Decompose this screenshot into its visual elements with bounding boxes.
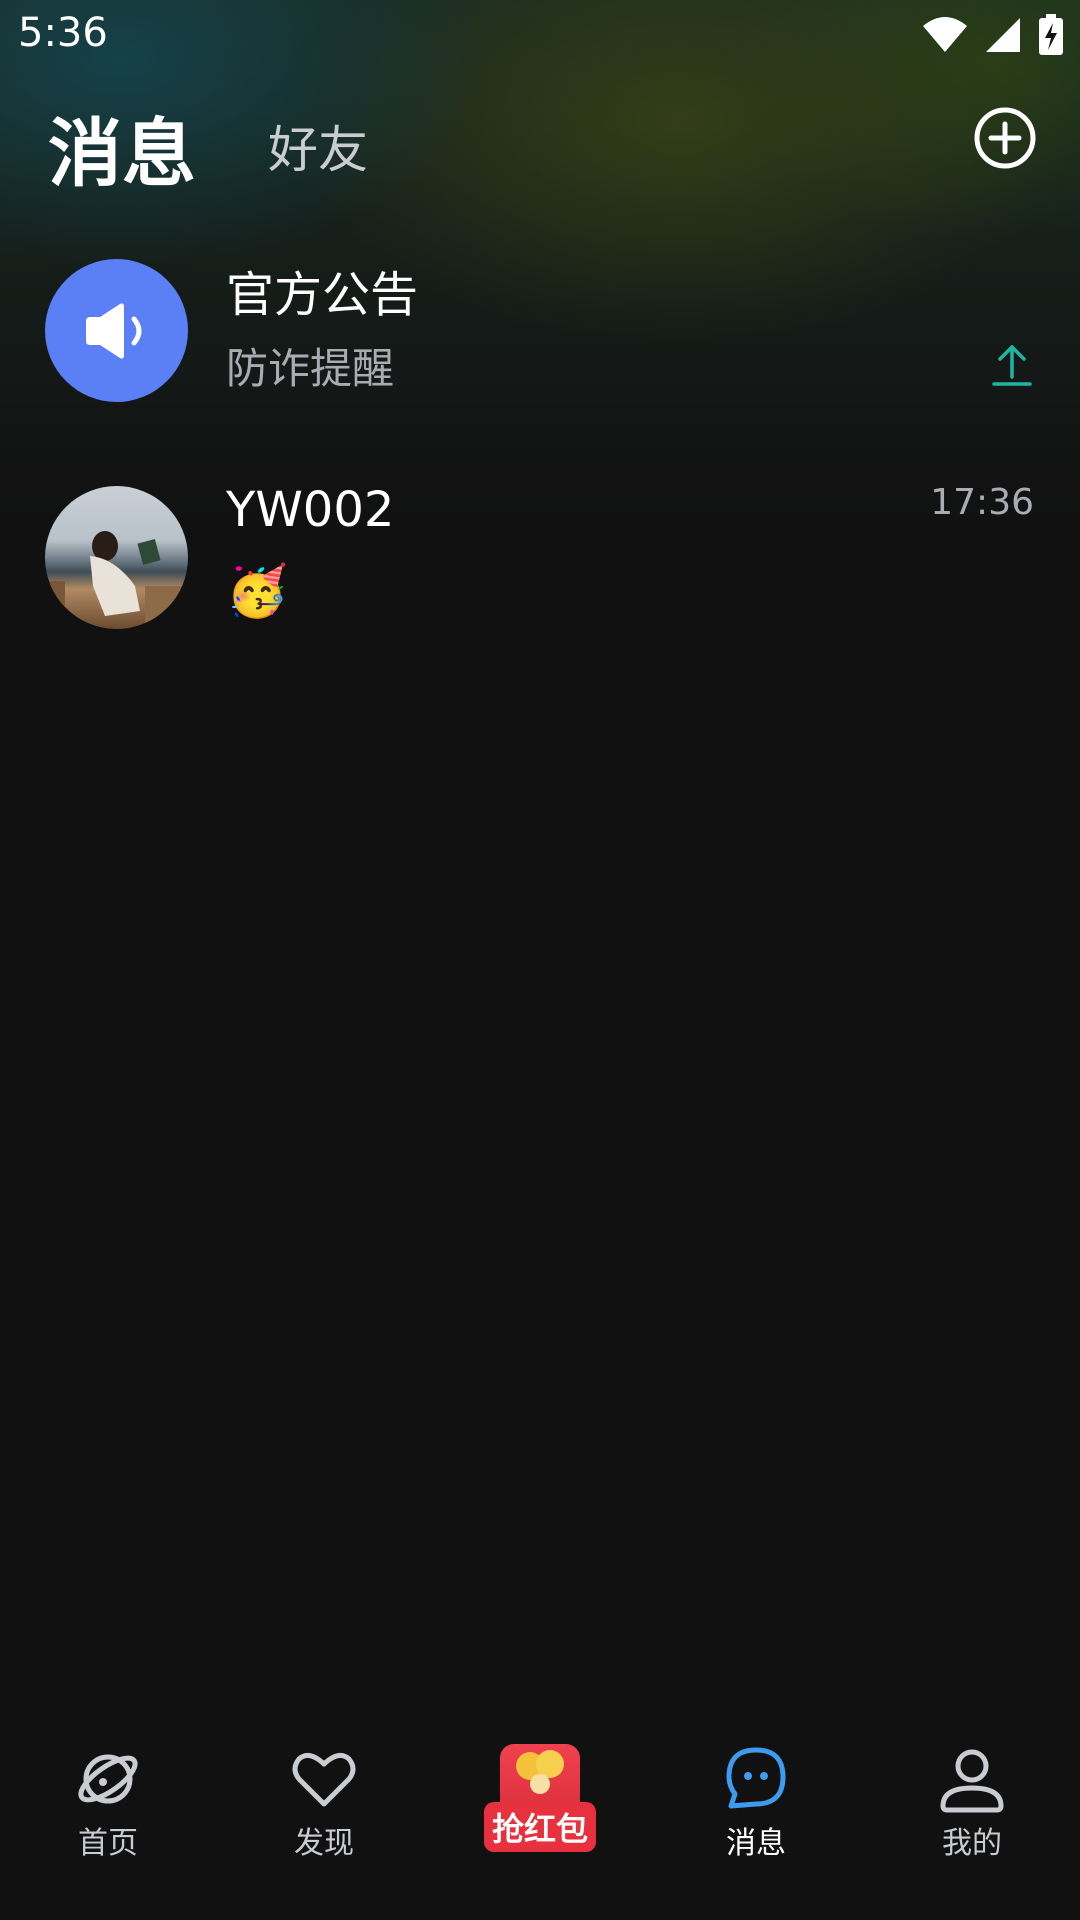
conversation-row-yw002[interactable]: YW002 🥳 17:36 [0, 482, 1080, 652]
nav-item-red-packet[interactable]: 抢红包 [450, 1744, 630, 1894]
conversation-row-announcement[interactable]: 官方公告 防诈提醒 [0, 255, 1080, 425]
avatar [45, 486, 188, 629]
signal-icon [986, 18, 1020, 52]
conversation-preview: 🥳 [226, 562, 289, 620]
header: 消息 好友 [0, 90, 1080, 197]
status-icons [922, 14, 1064, 56]
status-time: 5:36 [18, 10, 108, 56]
coin-icon [516, 1750, 564, 1794]
chat-bubble-icon [726, 1747, 786, 1809]
nav-item-home[interactable]: 首页 [18, 1744, 198, 1894]
conversation-name: 官方公告 [226, 267, 419, 323]
nav-label: 首页 [78, 1826, 138, 1861]
heart-icon [292, 1752, 356, 1807]
nav-label: 消息 [726, 1826, 786, 1861]
battery-charging-icon [1039, 14, 1063, 55]
conversation-name: YW002 [226, 482, 395, 538]
conversation-time: 17:36 [930, 482, 1034, 523]
wifi-icon [923, 17, 967, 52]
speaker-icon [85, 302, 141, 359]
avatar [45, 259, 188, 402]
nav-item-discover[interactable]: 发现 [234, 1744, 414, 1894]
nav-item-messages[interactable]: 消息 [666, 1744, 846, 1894]
tab-friends[interactable]: 好友 [268, 110, 368, 182]
plus-circle-icon[interactable] [973, 106, 1037, 170]
nav-label: 我的 [942, 1826, 1002, 1861]
conversation-preview: 防诈提醒 [226, 344, 395, 393]
nav-item-profile[interactable]: 我的 [882, 1744, 1062, 1894]
avatar-photo [45, 531, 188, 629]
nav-label: 发现 [294, 1826, 354, 1861]
status-bar: 5:36 [0, 0, 1080, 70]
planet-icon [78, 1754, 138, 1804]
nav-label: 抢红包 [483, 1802, 597, 1852]
bottom-nav: 首页 发现 抢红包 消息 我的 [0, 1730, 1080, 1920]
person-icon [940, 1749, 1004, 1813]
tab-messages[interactable]: 消息 [48, 94, 196, 201]
pin-up-icon [992, 345, 1032, 386]
